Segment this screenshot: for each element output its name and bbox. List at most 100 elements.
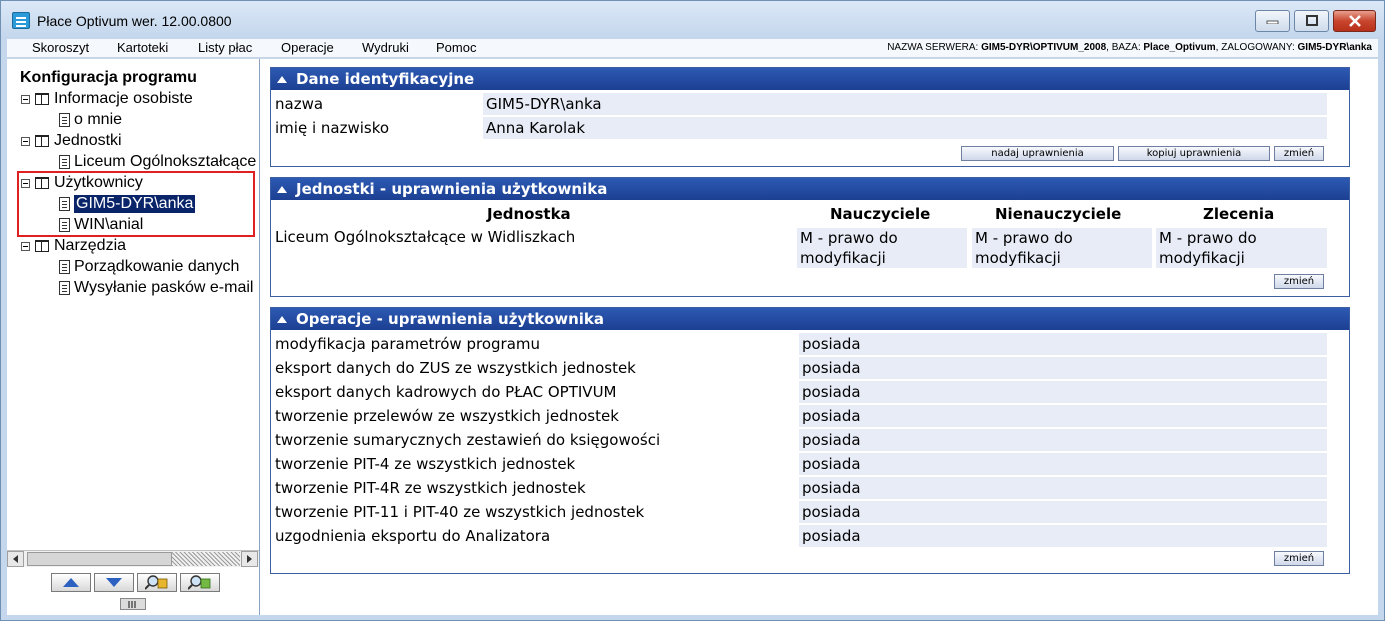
search-down-icon — [188, 575, 211, 590]
collapse-triangle-icon — [277, 185, 287, 193]
app-icon — [12, 12, 30, 29]
operation-label: uzgodnienia eksportu do Analizatora — [275, 527, 551, 545]
menu-wydruki[interactable]: Wydruki — [362, 40, 409, 55]
tree-panel: Konfiguracja programu Informacje osobist… — [7, 59, 260, 615]
window-title: Płace Optivum wer. 12.00.0800 — [37, 13, 232, 29]
operation-value: posiada — [799, 381, 1327, 403]
tree-item-porzadkowanie[interactable]: Porządkowanie danych — [59, 257, 239, 277]
field-imie-nazwisko: imię i nazwisko Anna Karolak — [271, 117, 1351, 139]
operation-label: tworzenie sumarycznych zestawień do księ… — [275, 431, 661, 449]
operation-label: eksport danych do ZUS ze wszystkich jedn… — [275, 359, 636, 377]
search-up-button[interactable] — [137, 573, 177, 592]
operation-label: tworzenie PIT-11 i PIT-40 ze wszystkich … — [275, 503, 645, 521]
horizontal-scrollbar[interactable] — [7, 550, 259, 567]
book-icon — [35, 240, 49, 252]
maximize-button[interactable] — [1294, 10, 1329, 32]
menu-bar: Skoroszyt Kartoteki Listy płac Operacje … — [7, 39, 1378, 58]
menu-skoroszyt[interactable]: Skoroszyt — [32, 40, 89, 55]
menu-pomoc[interactable]: Pomoc — [436, 40, 476, 55]
tree-title: Konfiguracja programu — [20, 69, 197, 86]
minimize-button[interactable] — [1255, 10, 1290, 32]
tree-item-liceum[interactable]: Liceum Ogólnokształcące w Widliszkach — [59, 152, 259, 172]
column-nienauczyciele: Nienauczyciele — [995, 205, 1122, 223]
operation-value: posiada — [799, 429, 1327, 451]
operation-value: posiada — [799, 501, 1327, 523]
operation-row: tworzenie PIT-4R ze wszystkich jednostek… — [271, 477, 1351, 499]
column-nauczyciele: Nauczyciele — [830, 205, 931, 223]
section-dane-header[interactable]: Dane identyfikacyjne — [271, 68, 1349, 90]
panel-grip-handle[interactable] — [120, 598, 146, 610]
title-bar[interactable]: Płace Optivum wer. 12.00.0800 — [1, 1, 1384, 39]
operation-value: posiada — [799, 405, 1327, 427]
tree-group-narzedzia[interactable]: Narzędzia — [21, 236, 126, 256]
search-up-icon — [145, 575, 168, 590]
operation-row: tworzenie przelewów ze wszystkich jednos… — [271, 405, 1351, 427]
close-button[interactable] — [1333, 10, 1376, 32]
perm-nienauczyciele: M - prawo do modyfikacji — [972, 228, 1152, 268]
operation-label: eksport danych kadrowych do PŁAC OPTIVUM — [275, 383, 617, 401]
search-down-button[interactable] — [180, 573, 220, 592]
operation-label: tworzenie przelewów ze wszystkich jednos… — [275, 407, 619, 425]
arrow-up-icon — [63, 578, 79, 587]
arrow-left-icon — [12, 555, 18, 563]
book-icon — [35, 135, 49, 147]
scroll-right-button[interactable] — [241, 551, 258, 567]
collapse-triangle-icon — [277, 75, 287, 83]
operation-value: posiada — [799, 525, 1327, 547]
app-window: Płace Optivum wer. 12.00.0800 Skoroszyt … — [0, 0, 1385, 621]
tree-group-informacje[interactable]: Informacje osobiste — [21, 89, 193, 109]
collapse-icon[interactable] — [21, 94, 30, 104]
document-icon — [59, 113, 70, 127]
collapse-icon[interactable] — [21, 136, 30, 146]
move-up-button[interactable] — [51, 573, 91, 592]
menu-operacje[interactable]: Operacje — [281, 40, 334, 55]
scroll-thumb[interactable] — [27, 552, 172, 566]
section-dane: Dane identyfikacyjne nazwa GIM5-DYR\anka… — [270, 67, 1350, 167]
change-jednostki-button[interactable]: zmień — [1274, 274, 1324, 289]
column-zlecenia: Zlecenia — [1203, 205, 1275, 223]
tree-item-o-mnie[interactable]: o mnie — [59, 110, 122, 130]
tree-item-wysylanie[interactable]: Wysyłanie pasków e-mail — [59, 278, 253, 298]
operation-row: eksport danych do ZUS ze wszystkich jedn… — [271, 357, 1351, 379]
operation-row: uzgodnienia eksportu do Analizatora posia… — [271, 525, 1351, 547]
operation-value: posiada — [799, 333, 1327, 355]
operation-label: tworzenie PIT-4 ze wszystkich jednostek — [275, 455, 576, 473]
perm-zlecenia: M - prawo do modyfikacji — [1156, 228, 1327, 268]
close-icon — [1348, 15, 1361, 27]
operation-row: tworzenie PIT-4 ze wszystkich jednostek p… — [271, 453, 1351, 475]
arrow-down-icon — [106, 578, 122, 587]
change-operacje-button[interactable]: zmień — [1274, 551, 1324, 566]
server-info: NAZWA SERWERA: GIM5-DYR\OPTIVUM_2008, BA… — [887, 42, 1372, 53]
section-jednostki-header[interactable]: Jednostki - uprawnienia użytkownika — [271, 178, 1349, 200]
tree-group-jednostki[interactable]: Jednostki — [21, 131, 122, 151]
field-nazwa: nazwa GIM5-DYR\anka — [271, 93, 1351, 115]
minimize-icon — [1266, 20, 1278, 24]
section-operacje-header[interactable]: Operacje - uprawnienia użytkownika — [271, 308, 1349, 330]
operation-row: tworzenie PIT-11 i PIT-40 ze wszystkich … — [271, 501, 1351, 523]
document-icon — [59, 281, 70, 295]
copy-permissions-button[interactable]: kopiuj uprawnienia — [1118, 146, 1270, 161]
operation-row: modyfikacja parametrów programu posiada — [271, 333, 1351, 355]
change-dane-button[interactable]: zmień — [1274, 146, 1324, 161]
collapse-triangle-icon — [277, 315, 287, 323]
details-panel: Dane identyfikacyjne nazwa GIM5-DYR\anka… — [261, 59, 1378, 615]
client-area: Konfiguracja programu Informacje osobist… — [7, 59, 1378, 615]
column-jednostka: Jednostka — [487, 205, 571, 223]
maximize-icon — [1305, 15, 1318, 26]
book-icon — [35, 93, 49, 105]
move-down-button[interactable] — [94, 573, 134, 592]
scroll-left-button[interactable] — [7, 551, 24, 567]
scroll-track[interactable] — [172, 552, 240, 566]
grant-permissions-button[interactable]: nadaj uprawnienia — [961, 146, 1114, 161]
highlight-box — [17, 171, 255, 237]
operation-row: tworzenie sumarycznych zestawień do księ… — [271, 429, 1351, 451]
document-icon — [59, 155, 70, 169]
perm-nauczyciele: M - prawo do modyfikacji — [797, 228, 967, 268]
section-jednostki: Jednostki - uprawnienia użytkownika Jedn… — [270, 177, 1350, 297]
menu-kartoteki[interactable]: Kartoteki — [117, 40, 168, 55]
collapse-icon[interactable] — [21, 241, 30, 251]
operation-value: posiada — [799, 357, 1327, 379]
menu-listy-plac[interactable]: Listy płac — [198, 40, 252, 55]
operation-value: posiada — [799, 477, 1327, 499]
arrow-right-icon — [246, 555, 252, 563]
